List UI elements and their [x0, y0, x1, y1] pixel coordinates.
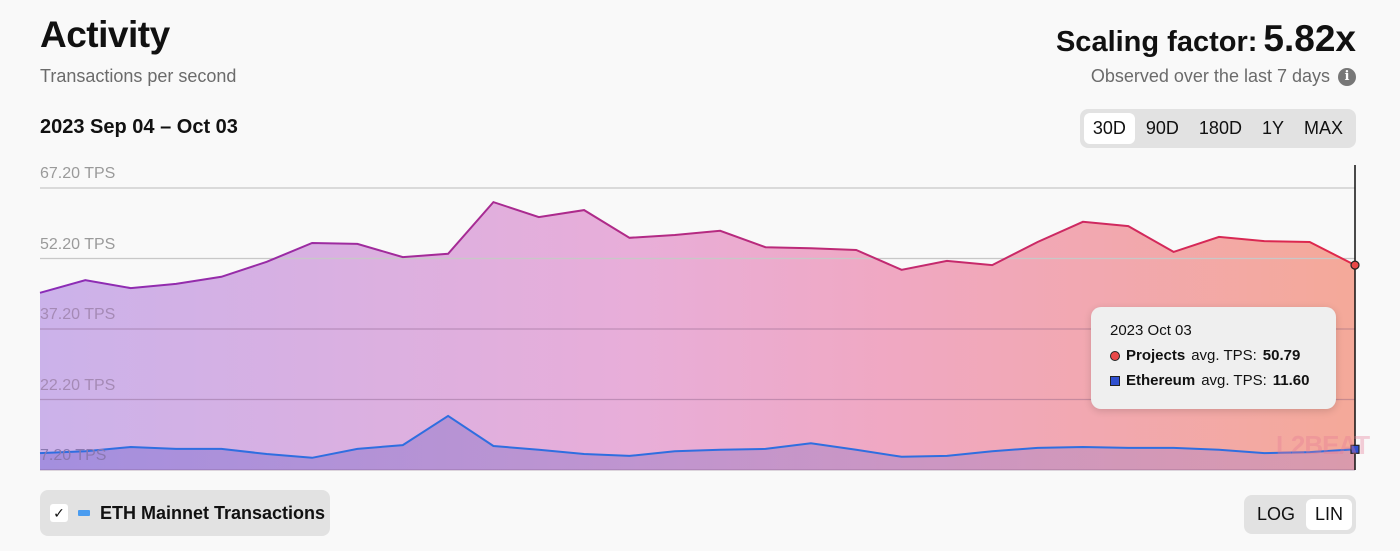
legend-eth-mainnet-toggle[interactable]: ✓ ETH Mainnet Transactions — [40, 490, 330, 536]
tooltip-eth-label: Ethereum — [1126, 372, 1196, 389]
tooltip-projects-label: Projects — [1126, 347, 1186, 364]
tooltip-date: 2023 Oct 03 — [1110, 322, 1192, 339]
tooltip-projects-value: 50.79 — [1262, 347, 1301, 364]
lin-scale-button[interactable]: LIN — [1305, 499, 1352, 530]
chart-tooltip: 2023 Oct 03 Projects avg. TPS: 50.79 Ether… — [1091, 307, 1336, 409]
y-tick-label: 37.20 TPS — [40, 306, 116, 323]
y-tick-label: 52.20 TPS — [40, 236, 116, 253]
ethereum-square-icon — [1110, 375, 1120, 386]
tooltip-eth-value: 11.60 — [1272, 372, 1310, 389]
legend-label: ETH Mainnet Transactions — [100, 502, 326, 523]
log-scale-button[interactable]: LOG — [1248, 499, 1304, 530]
tooltip-projects-suffix: avg. TPS: — [1191, 347, 1257, 364]
projects-hover-dot — [1350, 260, 1360, 270]
l2beat-logo-watermark: L2BEAT — [1276, 430, 1370, 460]
projects-dot-icon — [1110, 350, 1120, 361]
y-tick-label: 22.20 TPS — [40, 377, 116, 394]
legend-swatch — [78, 510, 90, 516]
y-tick-label: 67.20 TPS — [40, 165, 116, 182]
checkbox-checked-icon[interactable]: ✓ — [50, 504, 68, 522]
scale-selector: LOG LIN — [1243, 495, 1356, 534]
tooltip-eth-suffix: avg. TPS: — [1201, 372, 1267, 389]
activity-chart[interactable] — [0, 0, 1400, 551]
y-tick-label: 7.20 TPS — [40, 447, 107, 464]
